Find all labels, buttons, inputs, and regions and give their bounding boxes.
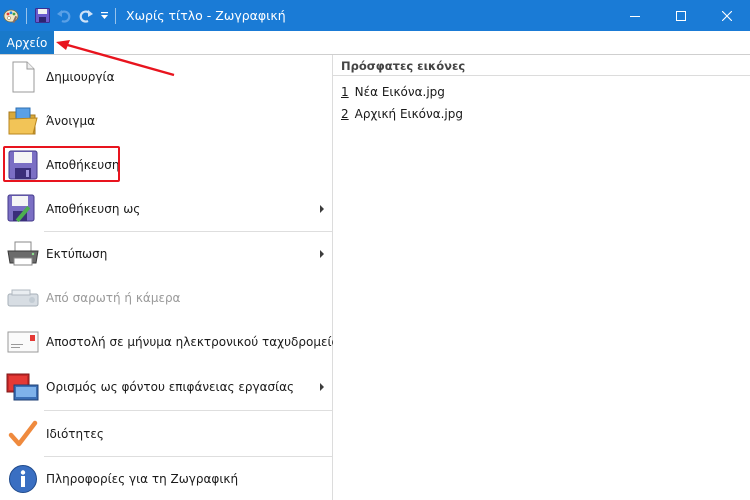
email-icon (6, 325, 40, 359)
recent-item[interactable]: 1 Νέα Εικόνα.jpg (341, 85, 445, 99)
annotation-arrow-icon (56, 40, 175, 77)
paint-app-icon[interactable] (0, 0, 22, 31)
save-as-icon (6, 192, 40, 226)
recent-item-name: Νέα Εικόνα.jpg (354, 85, 445, 99)
recent-item[interactable]: 2 Αρχική Εικόνα.jpg (341, 107, 463, 121)
open-folder-icon (6, 104, 40, 138)
save-highlight-annotation (3, 146, 120, 182)
minimize-icon (630, 15, 640, 17)
menu-item-save-as[interactable]: Αποθήκευση ως (0, 187, 332, 231)
menu-item-label: Αποθήκευση ως (46, 202, 141, 216)
minimize-button[interactable] (612, 0, 658, 31)
info-icon (6, 462, 40, 496)
window-controls (612, 0, 750, 31)
recent-divider (333, 75, 750, 76)
menu-item-scanner[interactable]: Από σαρωτή ή κάμερα (0, 276, 332, 320)
maximize-button[interactable] (658, 0, 704, 31)
recent-item-number: 1 (341, 85, 349, 99)
menu-item-email[interactable]: Αποστολή σε μήνυμα ηλεκτρονικού ταχυδρομ… (0, 320, 346, 364)
close-icon (722, 10, 732, 21)
menu-item-properties[interactable]: Ιδιότητες (0, 411, 332, 456)
submenu-arrow-icon (320, 383, 324, 391)
checkmark-icon (6, 417, 40, 451)
scanner-icon (6, 281, 40, 315)
recent-pictures-panel: Πρόσφατες εικόνες 1 Νέα Εικόνα.jpg 2 Αρχικ… (333, 55, 750, 500)
file-tab[interactable]: Αρχείο (0, 31, 54, 54)
toolbar-separator (115, 7, 116, 24)
printer-icon (6, 237, 40, 271)
customize-toolbar-icon[interactable] (97, 0, 111, 31)
submenu-arrow-icon (320, 250, 324, 258)
menu-item-label: Άνοιγμα (46, 114, 96, 128)
menu-item-label: Ιδιότητες (46, 426, 104, 441)
file-menu: Δημιουργία Άνοιγμα Αποθήκευση Αποθήκευση… (0, 55, 346, 500)
menu-item-print[interactable]: Εκτύπωση (0, 232, 332, 276)
recent-item-number: 2 (341, 107, 349, 121)
new-document-icon (6, 60, 40, 94)
maximize-icon (676, 10, 686, 21)
menu-item-desktop-background[interactable]: Ορισμός ως φόντου επιφάνειας εργασίας (0, 364, 332, 410)
save-quick-icon[interactable] (31, 0, 53, 31)
undo-icon[interactable] (53, 0, 75, 31)
desktop-background-icon (6, 370, 40, 404)
window-title: Χωρίς τίτλο - Ζωγραφική (126, 8, 286, 23)
menu-item-label: Από σαρωτή ή κάμερα (46, 291, 181, 305)
menu-item-open[interactable]: Άνοιγμα (0, 99, 332, 143)
recent-item-name: Αρχική Εικόνα.jpg (354, 107, 464, 121)
submenu-arrow-icon (320, 205, 324, 213)
menu-item-label: Ορισμός ως φόντου επιφάνειας εργασίας (46, 380, 295, 394)
title-bar: Χωρίς τίτλο - Ζωγραφική (0, 0, 750, 31)
menu-item-label: Εκτύπωση (46, 247, 108, 261)
menu-item-label: Αποστολή σε μήνυμα ηλεκτρονικού ταχυδρομ… (46, 335, 346, 349)
menu-item-label: Πληροφορίες για τη Ζωγραφική (46, 471, 239, 486)
toolbar-separator (26, 7, 27, 24)
recent-heading: Πρόσφατες εικόνες (341, 59, 466, 73)
redo-icon[interactable] (75, 0, 97, 31)
close-button[interactable] (704, 0, 750, 31)
menu-item-about[interactable]: Πληροφορίες για τη Ζωγραφική (0, 457, 332, 500)
quick-access-toolbar (0, 0, 120, 31)
